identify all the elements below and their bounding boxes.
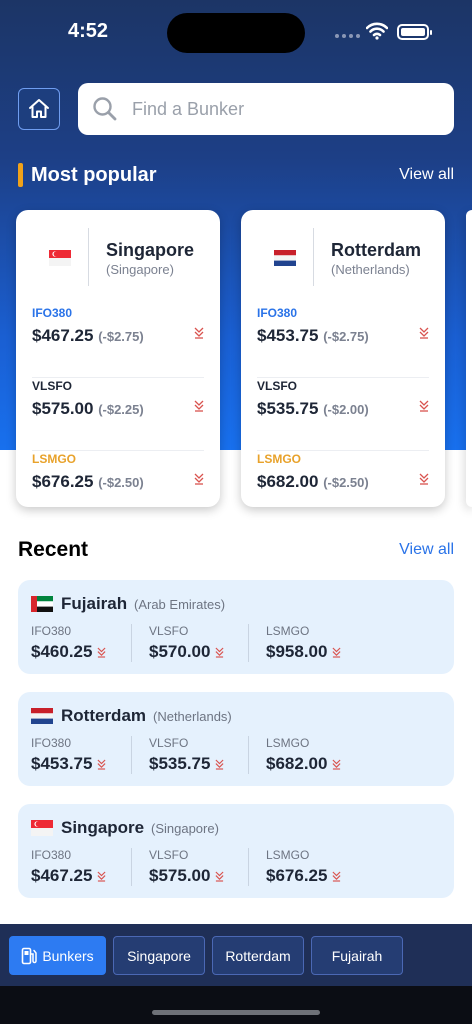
port-country: (Netherlands) — [331, 262, 410, 277]
port-name: Rotterdam — [331, 240, 422, 260]
price-change: (-$2.50) — [323, 475, 369, 490]
recent-header: Recent View all — [18, 538, 454, 562]
fuel-row-lsmgo: LSMGO $676.25 (-$2.50) — [32, 452, 204, 512]
recent-card-fujairah[interactable]: Fujairah (Arab Emirates) IFO380 $460.25 … — [18, 580, 454, 674]
recent-title: Recent — [18, 538, 89, 561]
fuel-row-lsmgo: LSMGO $682.00 (-$2.50) — [257, 452, 429, 512]
port-name: Fujairah — [61, 594, 128, 613]
recent-fuel-lsmgo: LSMGO $676.25 — [247, 848, 341, 888]
home-indicator-area — [0, 986, 472, 1024]
price-down-icon — [194, 473, 204, 485]
price-down-icon — [332, 871, 341, 882]
port-country: (Singapore) — [106, 262, 174, 277]
home-indicator[interactable] — [152, 1010, 320, 1015]
recent-fuel-ifo380: IFO380 $453.75 — [31, 736, 106, 776]
recent-fuel-vlsfo: VLSFO $535.75 — [130, 736, 224, 776]
dynamic-island — [167, 13, 305, 53]
recent-fuel-vlsfo: VLSFO $570.00 — [130, 624, 224, 664]
tab-rotterdam[interactable]: Rotterdam — [212, 936, 304, 975]
most-popular-title: Most popular — [31, 163, 157, 186]
price-change: (-$2.00) — [323, 402, 369, 417]
price-change: (-$2.25) — [98, 402, 144, 417]
price-change: (-$2.75) — [98, 329, 144, 344]
tab-bunkers[interactable]: Bunkers — [9, 936, 106, 975]
price-down-icon — [194, 400, 204, 412]
price-down-icon — [194, 327, 204, 339]
battery-icon — [397, 24, 432, 40]
cellular-signal-icon — [335, 34, 360, 38]
popular-card-singapore[interactable]: Singapore (Singapore) IFO380 $467.25 (-$… — [16, 210, 220, 507]
price-down-icon — [97, 647, 106, 658]
recent-card-rotterdam[interactable]: Rotterdam (Netherlands) IFO380 $453.75 V… — [18, 692, 454, 786]
fuel-pump-icon — [22, 947, 38, 964]
recent-card-singapore[interactable]: Singapore (Singapore) IFO380 $467.25 VLS… — [18, 804, 454, 898]
home-icon — [29, 99, 49, 118]
recent-fuel-lsmgo: LSMGO $682.00 — [247, 736, 341, 776]
port-country: (Netherlands) — [153, 709, 232, 724]
price-down-icon — [332, 759, 341, 770]
price-down-icon — [215, 759, 224, 770]
port-name: Singapore — [106, 240, 195, 260]
search-input[interactable] — [132, 98, 422, 120]
fuel-price: $682.00 — [257, 472, 319, 491]
status-bar: 4:52 — [0, 0, 472, 64]
uae-flag-icon — [31, 596, 53, 612]
fuel-row-vlsfo: VLSFO $535.75 (-$2.00) — [257, 379, 429, 451]
recent-fuel-ifo380: IFO380 $460.25 — [31, 624, 106, 664]
price-down-icon — [419, 327, 429, 339]
bottom-tab-bar: Bunkers Singapore Rotterdam Fujairah — [0, 924, 472, 986]
singapore-flag-icon — [31, 820, 53, 836]
fuel-row-vlsfo: VLSFO $575.00 (-$2.25) — [32, 379, 204, 451]
price-change: (-$2.50) — [98, 475, 144, 490]
price-down-icon — [215, 871, 224, 882]
fuel-price: $575.00 — [32, 399, 94, 418]
home-button[interactable] — [18, 88, 60, 130]
popular-card-next-peek[interactable] — [466, 210, 472, 507]
port-name: Rotterdam — [61, 706, 147, 725]
fuel-row-ifo380: IFO380 $453.75 (-$2.75) — [257, 306, 429, 378]
popular-view-all-link[interactable]: View all — [399, 166, 454, 184]
search-icon — [93, 97, 117, 121]
price-down-icon — [97, 871, 106, 882]
port-country: (Arab Emirates) — [134, 597, 226, 612]
price-down-icon — [419, 473, 429, 485]
tab-singapore[interactable]: Singapore — [113, 936, 205, 975]
netherlands-flag-icon — [31, 708, 53, 724]
price-change: (-$2.75) — [323, 329, 369, 344]
wifi-icon — [366, 22, 388, 40]
recent-fuel-ifo380: IFO380 $467.25 — [31, 848, 106, 888]
recent-fuel-lsmgo: LSMGO $958.00 — [247, 624, 341, 664]
price-down-icon — [419, 400, 429, 412]
price-down-icon — [332, 647, 341, 658]
recent-fuel-vlsfo: VLSFO $575.00 — [130, 848, 224, 888]
fuel-price: $453.75 — [257, 326, 319, 345]
recent-view-all-link[interactable]: View all — [399, 541, 454, 559]
port-name: Singapore — [61, 818, 145, 837]
singapore-flag-icon — [49, 250, 71, 266]
price-down-icon — [97, 759, 106, 770]
most-popular-header: Most popular View all — [18, 163, 454, 187]
price-down-icon — [215, 647, 224, 658]
status-time: 4:52 — [68, 20, 109, 42]
tab-fujairah[interactable]: Fujairah — [311, 936, 403, 975]
search-bar[interactable] — [78, 83, 454, 135]
netherlands-flag-icon — [274, 250, 296, 266]
port-country: (Singapore) — [151, 821, 219, 836]
fuel-price: $676.25 — [32, 472, 94, 491]
fuel-row-ifo380: IFO380 $467.25 (-$2.75) — [32, 306, 204, 378]
fuel-price: $535.75 — [257, 399, 319, 418]
section-accent-bar — [18, 163, 23, 187]
popular-card-rotterdam[interactable]: Rotterdam (Netherlands) IFO380 $453.75 (… — [241, 210, 445, 507]
fuel-price: $467.25 — [32, 326, 94, 345]
